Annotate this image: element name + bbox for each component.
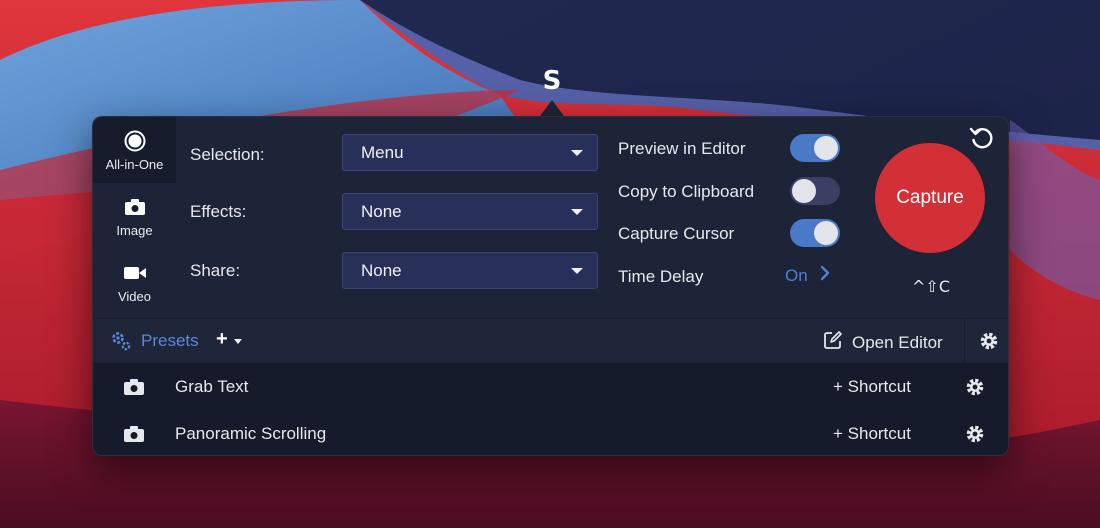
refresh-icon[interactable]: [969, 125, 995, 151]
toggle-knob: [814, 136, 838, 160]
capture-shortcut-hint: ^⇧C: [912, 277, 950, 296]
chevron-down-icon: [234, 339, 242, 344]
share-label: Share:: [190, 261, 241, 280]
capture-button[interactable]: Capture: [875, 143, 985, 253]
capture-panel: All-in-One Image Video Selection: Menu E…: [92, 116, 1009, 456]
mode-label: Image: [116, 222, 153, 238]
selection-value: Menu: [361, 143, 404, 162]
app-menubar-icon[interactable]: S: [538, 66, 566, 96]
time-delay-label: Time Delay: [618, 267, 704, 286]
capture-cursor-label: Capture Cursor: [618, 224, 735, 243]
mode-label: Video: [117, 288, 151, 304]
effects-value: None: [361, 202, 402, 221]
mode-selector: All-in-One Image Video: [93, 117, 176, 317]
open-editor-button[interactable]: Open Editor: [824, 331, 943, 354]
popover-arrow: [540, 100, 564, 116]
selection-label: Selection:: [190, 145, 265, 164]
gear-icon[interactable]: [965, 377, 985, 397]
share-value: None: [361, 261, 402, 280]
gear-icon[interactable]: [965, 424, 985, 444]
preset-row[interactable]: Panoramic Scrolling + Shortcut: [93, 410, 1008, 455]
preset-name: Panoramic Scrolling: [175, 424, 327, 443]
time-delay-value[interactable]: On: [785, 266, 808, 286]
toolbar-divider: [964, 319, 965, 363]
copy-to-clipboard-label: Copy to Clipboard: [618, 182, 755, 201]
mode-label: All-in-One: [105, 156, 164, 172]
toggle-knob: [792, 179, 816, 203]
capture-cursor-toggle[interactable]: [790, 219, 840, 247]
toggle-knob: [814, 221, 838, 245]
presets-toolbar: Presets + Open Editor: [93, 318, 1008, 363]
preview-in-editor-label: Preview in Editor: [618, 139, 746, 158]
add-preset-button[interactable]: +: [216, 328, 228, 351]
preset-row[interactable]: Grab Text + Shortcut: [93, 363, 1008, 410]
selection-dropdown[interactable]: Menu: [342, 134, 598, 171]
settings-gear-icon[interactable]: [979, 331, 999, 351]
chevron-down-icon: [571, 209, 583, 215]
video-camera-icon: [123, 261, 146, 285]
chevron-right-icon[interactable]: [820, 265, 830, 286]
record-circle-icon: [124, 129, 146, 153]
mode-image[interactable]: Image: [93, 183, 176, 249]
camera-icon: [124, 379, 144, 395]
copy-to-clipboard-toggle[interactable]: [790, 177, 840, 205]
effects-dropdown[interactable]: None: [342, 193, 598, 230]
preset-name: Grab Text: [175, 377, 249, 396]
camera-icon: [124, 195, 145, 219]
chevron-down-icon: [571, 150, 583, 156]
add-shortcut-button[interactable]: + Shortcut: [833, 377, 911, 397]
add-shortcut-button[interactable]: + Shortcut: [833, 424, 911, 444]
presets-gear-icon: [110, 330, 132, 352]
share-dropdown[interactable]: None: [342, 252, 598, 289]
open-editor-label: Open Editor: [852, 332, 943, 352]
camera-icon: [124, 426, 144, 442]
preset-list: Grab Text + Shortcut Panoramic Scrolling…: [93, 363, 1008, 455]
presets-menu[interactable]: Presets: [141, 331, 199, 351]
effects-label: Effects:: [190, 202, 247, 221]
mode-all-in-one[interactable]: All-in-One: [93, 117, 176, 183]
preview-in-editor-toggle[interactable]: [790, 134, 840, 162]
chevron-down-icon: [571, 268, 583, 274]
edit-icon: [824, 331, 842, 354]
mode-video[interactable]: Video: [93, 249, 176, 315]
